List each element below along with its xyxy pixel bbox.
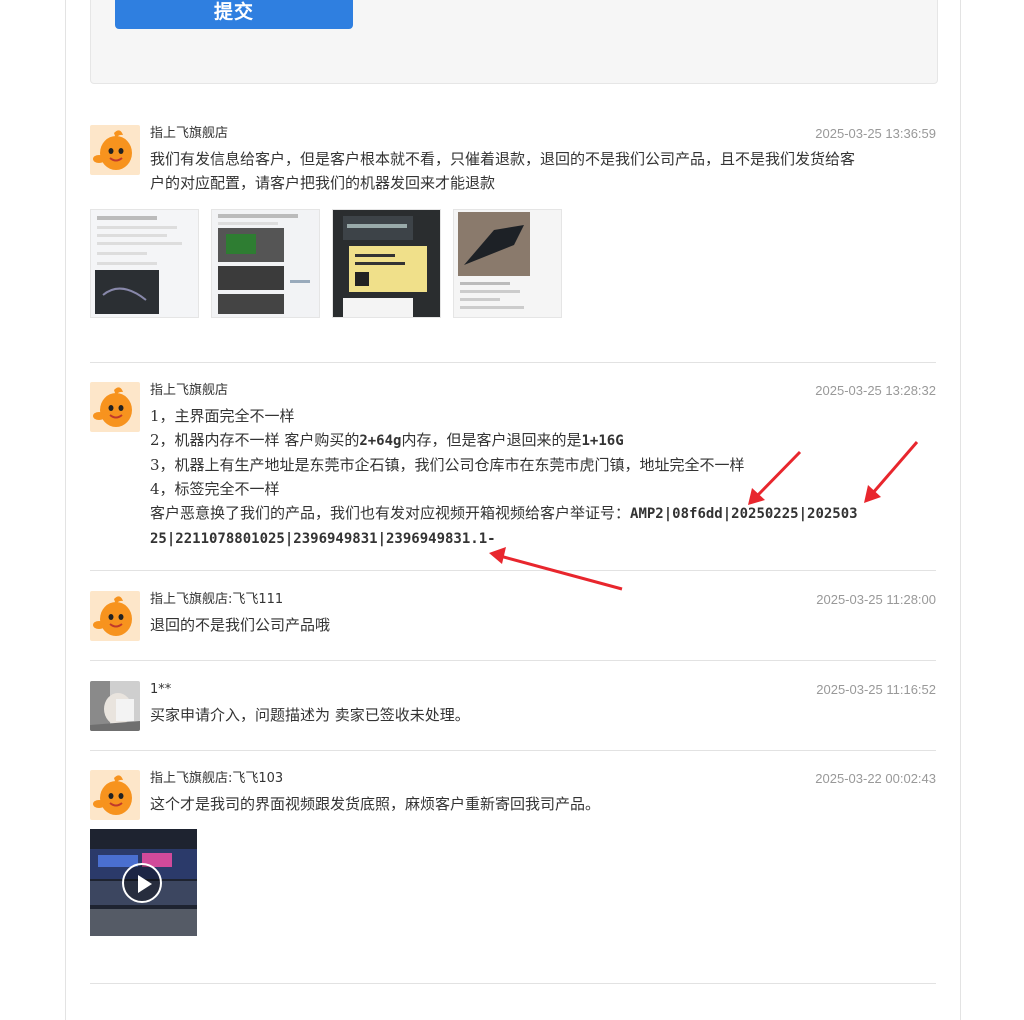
list-item: 1，主界面完全不一样 [150, 407, 295, 425]
store-avatar [90, 770, 140, 820]
text-line: 我们有发信息给客户，但是客户根本就不看，只催着退款，退回的不是我们公司产品，且不… [150, 150, 856, 168]
attachment-gallery [90, 209, 562, 318]
text-line: 这个才是我司的界面视频跟发货底照，麻烦客户重新寄回我司产品。 [150, 795, 601, 813]
label-photo-thumbnail[interactable] [332, 209, 441, 318]
list-item: 4，标签完全不一样 [150, 480, 280, 498]
timestamp: 2025-03-25 13:36:59 [815, 126, 936, 141]
evidence-code: AMP2|08f6dd|20250225|202503 [630, 506, 858, 522]
store-avatar [90, 591, 140, 641]
video-thumbnail[interactable] [90, 829, 197, 936]
timestamp: 2025-03-25 11:28:00 [816, 592, 936, 607]
reply-form-panel: 提交 [90, 0, 938, 84]
message-text: 我们有发信息给客户，但是客户根本就不看，只催着退款，退回的不是我们公司产品，且不… [150, 147, 936, 195]
device-photo-thumbnail[interactable] [453, 209, 562, 318]
evidence-code: 25|2211078801025|2396949831|2396949831.1… [150, 531, 496, 547]
buyer-avatar [90, 681, 140, 731]
message-text: 这个才是我司的界面视频跟发货底照，麻烦客户重新寄回我司产品。 [150, 792, 936, 816]
text-line: 户的对应配置，请客户把我们的机器发回来才能退款 [150, 174, 496, 192]
author-name: 1** [150, 682, 172, 697]
play-icon[interactable] [122, 863, 162, 903]
evidence-line: 25|2211078801025|2396949831|2396949831.1… [150, 526, 936, 551]
text-line: 退回的不是我们公司产品哦 [150, 616, 331, 634]
timestamp: 2025-03-22 00:02:43 [815, 771, 936, 786]
message-text: 退回的不是我们公司产品哦 [150, 613, 936, 637]
submit-button[interactable]: 提交 [115, 0, 353, 29]
divider [90, 362, 936, 363]
product-photo-thumbnail[interactable] [211, 209, 320, 318]
store-avatar [90, 125, 140, 175]
text-line: 买家申请介入，问题描述为 卖家已签收未处理。 [150, 706, 470, 724]
author-name: 指上飞旗舰店:飞飞103 [150, 771, 284, 786]
divider [90, 750, 936, 751]
author-name: 指上飞旗舰店:飞飞111 [150, 592, 284, 607]
store-avatar [90, 382, 140, 432]
timestamp: 2025-03-25 11:16:52 [816, 682, 936, 697]
divider [90, 570, 936, 571]
author-name: 指上飞旗舰店 [150, 126, 229, 141]
page-container: 提交 指上飞旗舰店 2025-03-25 13:36:59 我们有发信息给客户，… [65, 0, 961, 1020]
list-item: 2，机器内存不一样 客户购买的2+64g内存，但是客户退回来的是1+16G [150, 431, 624, 449]
message-text: 1，主界面完全不一样 2，机器内存不一样 客户购买的2+64g内存，但是客户退回… [150, 404, 936, 551]
divider [90, 983, 936, 984]
timestamp: 2025-03-25 13:28:32 [815, 383, 936, 398]
author-name: 指上飞旗舰店 [150, 383, 229, 398]
evidence-line: 客户恶意换了我们的产品，我们也有发对应视频开箱视频给客户举证号：AMP2|08f… [150, 504, 858, 522]
chat-screenshot-thumbnail[interactable] [90, 209, 199, 318]
list-item: 3，机器上有生产地址是东莞市企石镇，我们公司仓库市在东莞市虎门镇，地址完全不一样 [150, 456, 745, 474]
divider [90, 660, 936, 661]
message-text: 买家申请介入，问题描述为 卖家已签收未处理。 [150, 703, 936, 727]
attachment-gallery [90, 829, 197, 936]
